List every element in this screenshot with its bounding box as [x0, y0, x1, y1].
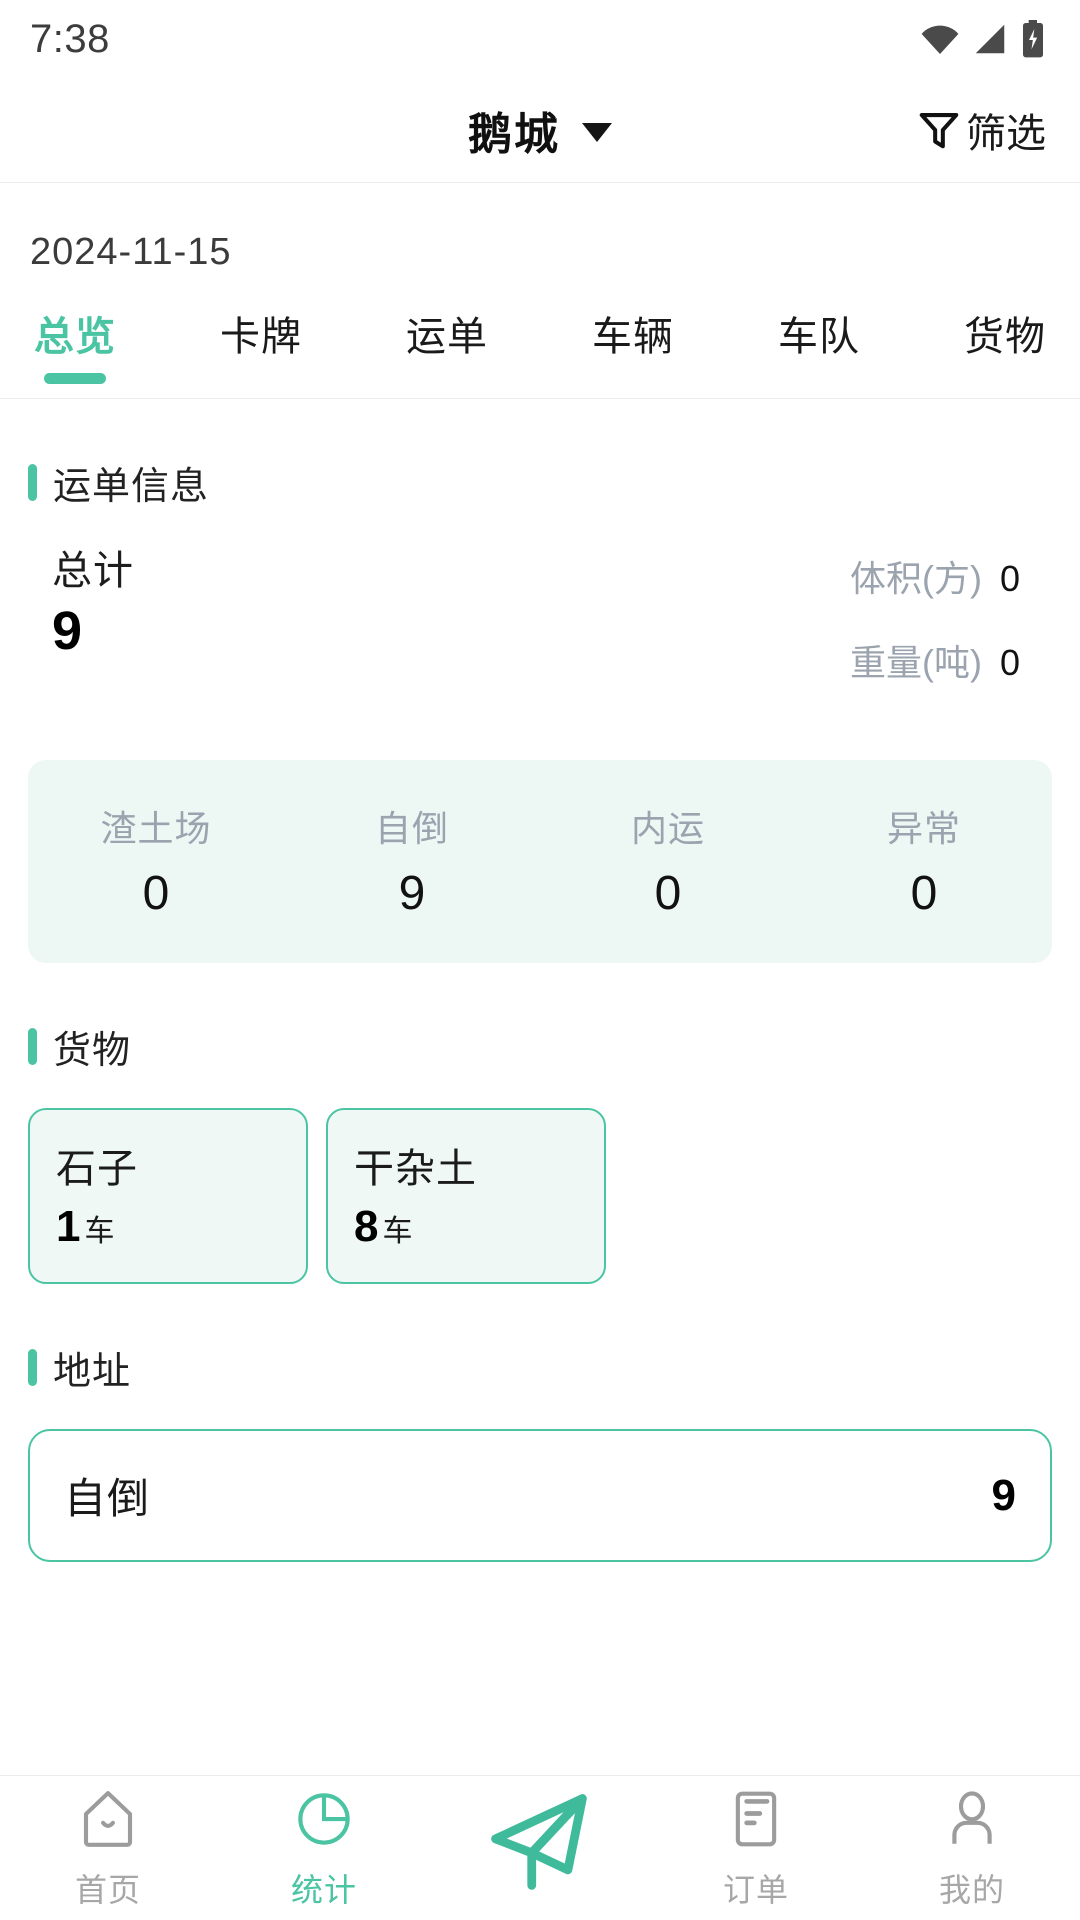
filter-label: 筛选 — [966, 112, 1046, 156]
status-icons — [920, 19, 1046, 59]
tab-label: 车辆 — [592, 315, 674, 359]
nav-label: 首页 — [74, 1871, 141, 1908]
section-accent-bar — [28, 464, 37, 501]
tab-cards[interactable]: 卡牌 — [214, 314, 308, 398]
waybill-total: 总计 9 — [30, 538, 134, 686]
section-title: 运单信息 — [53, 466, 210, 508]
section-title: 货物 — [53, 1030, 132, 1072]
selected-date: 2024-11-15 — [30, 231, 232, 273]
tab-active-indicator — [602, 373, 664, 384]
section-header-cargo: 货物 — [0, 963, 1080, 1074]
section-header-waybill: 运单信息 — [0, 399, 1080, 510]
status-time: 7:38 — [30, 16, 110, 61]
bottom-navigation: 首页 统计 订单 我的 — [0, 1775, 1080, 1920]
cargo-list: 石子 1 车 干杂土 8 车 — [0, 1074, 1080, 1284]
stat-value: 0 — [142, 867, 170, 920]
tab-waybills[interactable]: 运单 — [400, 314, 494, 398]
section-accent-bar — [28, 1349, 37, 1386]
address-count: 9 — [991, 1470, 1016, 1520]
tab-bar: 总览 卡牌 运单 车辆 车队 货物 — [0, 274, 1080, 399]
cargo-name: 石子 — [56, 1147, 138, 1191]
metric-value: 0 — [999, 558, 1020, 599]
cargo-name: 干杂土 — [354, 1147, 477, 1191]
section-title: 地址 — [53, 1351, 132, 1393]
stat-dump-site[interactable]: 渣土场 0 — [28, 800, 284, 921]
stat-abnormal[interactable]: 异常 0 — [796, 800, 1052, 921]
tab-label: 车队 — [778, 315, 860, 359]
stat-label: 异常 — [886, 808, 961, 849]
stat-value: 0 — [910, 867, 938, 920]
metric-label: 体积(方) — [849, 558, 982, 599]
status-bar: 7:38 — [0, 0, 1080, 78]
wifi-icon — [921, 25, 959, 54]
page-title: 鹅城 — [468, 110, 560, 159]
tab-label: 货物 — [964, 315, 1046, 359]
tab-overview[interactable]: 总览 — [28, 314, 122, 398]
metric-label: 重量(吨) — [849, 642, 982, 683]
stat-value: 0 — [654, 867, 682, 920]
section-accent-bar — [28, 1028, 37, 1065]
cellular-signal-icon — [975, 24, 1005, 54]
address-card[interactable]: 自倒 9 — [28, 1429, 1052, 1562]
waybill-metrics: 体积(方) 0 重量(吨) 0 — [850, 538, 1050, 686]
funnel-icon — [919, 113, 959, 149]
stat-label: 内运 — [630, 808, 705, 849]
cargo-card[interactable]: 石子 1 车 — [28, 1108, 308, 1284]
nav-send-action[interactable] — [432, 1780, 648, 1917]
battery-charging-icon — [1023, 20, 1043, 58]
address-name: 自倒 — [64, 1475, 151, 1522]
city-selector[interactable]: 鹅城 — [468, 98, 612, 162]
waybill-stats-card: 渣土场 0 自倒 9 内运 0 异常 0 — [28, 760, 1052, 963]
cargo-count: 1 车 — [56, 1202, 280, 1252]
cargo-card[interactable]: 干杂土 8 车 — [326, 1108, 606, 1284]
cargo-count-number: 1 — [56, 1202, 81, 1251]
tab-active-indicator — [788, 373, 850, 384]
tab-label: 卡牌 — [220, 315, 302, 359]
tab-active-indicator — [44, 373, 106, 384]
app-screen: 7:38 鹅城 筛选 2024-11-15 总览 卡牌 运单 车辆 车队 货物 … — [0, 0, 1080, 1920]
metric-value: 0 — [999, 642, 1020, 683]
tab-active-indicator — [416, 373, 478, 384]
cargo-count-unit: 车 — [84, 1215, 115, 1248]
date-row[interactable]: 2024-11-15 — [0, 183, 1080, 274]
total-label: 总计 — [52, 549, 134, 593]
stat-self-dump[interactable]: 自倒 9 — [284, 800, 540, 921]
nav-home[interactable]: 首页 — [0, 1786, 216, 1911]
order-list-icon — [735, 1791, 777, 1846]
total-value: 9 — [52, 601, 83, 661]
nav-profile[interactable]: 我的 — [864, 1786, 1080, 1911]
tab-label: 运单 — [406, 315, 488, 359]
section-header-address: 地址 — [0, 1284, 1080, 1395]
waybill-summary: 总计 9 体积(方) 0 重量(吨) 0 — [0, 510, 1080, 686]
nav-label: 统计 — [290, 1871, 357, 1908]
pie-chart-icon — [298, 1792, 350, 1845]
metric-weight: 重量(吨) 0 — [850, 634, 1020, 686]
user-profile-icon — [952, 1790, 992, 1844]
filter-button[interactable]: 筛选 — [916, 101, 1046, 159]
stat-label: 自倒 — [374, 808, 449, 849]
tab-fleet[interactable]: 车队 — [772, 314, 866, 398]
tab-cargo[interactable]: 货物 — [958, 314, 1052, 398]
paper-plane-icon — [491, 1793, 587, 1890]
tab-active-indicator — [230, 373, 292, 384]
nav-statistics[interactable]: 统计 — [216, 1786, 432, 1911]
tab-vehicles[interactable]: 车辆 — [586, 314, 680, 398]
metric-volume: 体积(方) 0 — [850, 550, 1020, 602]
nav-orders[interactable]: 订单 — [648, 1786, 864, 1911]
stat-internal-transport[interactable]: 内运 0 — [540, 800, 796, 921]
cargo-count: 8 车 — [354, 1202, 578, 1252]
tab-label: 总览 — [34, 315, 116, 359]
nav-label: 我的 — [938, 1871, 1005, 1908]
tab-active-indicator — [974, 373, 1036, 384]
stat-value: 9 — [398, 867, 426, 920]
nav-label: 订单 — [722, 1871, 789, 1908]
cargo-count-number: 8 — [354, 1202, 379, 1251]
app-header: 鹅城 筛选 — [0, 78, 1080, 183]
stat-label: 渣土场 — [100, 808, 212, 849]
home-icon — [83, 1790, 133, 1847]
cargo-count-unit: 车 — [382, 1215, 413, 1248]
chevron-down-icon — [582, 122, 612, 142]
